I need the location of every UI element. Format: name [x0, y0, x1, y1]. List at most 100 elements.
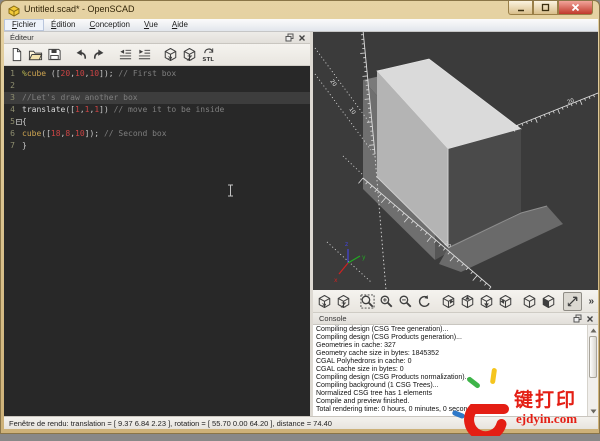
view-orthogonal-button[interactable] [539, 292, 558, 311]
stl-icon: STL [201, 47, 216, 62]
code-text: } [22, 140, 27, 152]
cube-preview-icon: » [317, 294, 332, 309]
toolbar-overflow-button[interactable]: » [588, 296, 594, 307]
preview-button[interactable]: » [161, 45, 180, 64]
reset-view-icon [417, 294, 432, 309]
unindent-button[interactable] [116, 45, 135, 64]
view-right-icon [441, 294, 456, 309]
code-line-6[interactable]: 6 cube([18,8,10]); // Second box [4, 128, 310, 140]
export-stl-button[interactable]: STL [199, 45, 218, 64]
save-button[interactable] [45, 45, 64, 64]
open-button[interactable] [26, 45, 45, 64]
menu-edition[interactable]: Édition [44, 19, 82, 31]
line-number: 1 [4, 68, 15, 80]
editor-toolbar: » STL [4, 44, 310, 66]
console-panel-title: Console [317, 314, 569, 323]
zoom-in-icon [379, 294, 394, 309]
text-cursor [227, 184, 234, 201]
zoom-in-button[interactable] [377, 292, 396, 311]
3d-viewport[interactable]: 20102020 zyx [313, 32, 598, 290]
code-editor[interactable]: 1%cube ([20,10,10]); // First box23 //Let… [4, 66, 310, 416]
axis-indicator-label: y [362, 254, 366, 261]
code-line-4[interactable]: 4translate([1,1,1]) // move it to be ins… [4, 104, 310, 116]
menu-conception[interactable]: Conception [82, 19, 136, 31]
console-line: Normalized CSG tree has 1 elements [316, 390, 595, 398]
floppy-icon [47, 47, 62, 62]
fold-marker-icon[interactable]: − [16, 119, 22, 125]
console-scrollbar[interactable] [587, 325, 598, 416]
fold-column: − [15, 116, 22, 128]
fold-column [15, 140, 22, 152]
console-float-button[interactable] [573, 314, 582, 323]
editor-float-button[interactable] [285, 33, 294, 42]
render-button[interactable] [180, 45, 199, 64]
status-text: Fenêtre de rendu: translation = [ 9.37 6… [9, 419, 332, 428]
code-text: cube([18,8,10]); // Second box [22, 128, 167, 140]
code-text: //Let's draw another box [22, 92, 138, 104]
titlebar[interactable]: Untitled.scad* - OpenSCAD [1, 1, 600, 19]
redo-icon [92, 47, 107, 62]
undo-button[interactable] [71, 45, 90, 64]
fold-column [15, 104, 22, 116]
console-line: Compiling design (CSG Products normaliza… [316, 374, 595, 382]
editor-panel-header: Éditeur [4, 32, 310, 44]
fold-column [15, 128, 22, 140]
console-panel-header: Console [313, 313, 598, 325]
console-line: Compiling design (CSG Tree generation)..… [316, 326, 595, 334]
view-axes-button[interactable] [563, 292, 582, 311]
menu-aide[interactable]: Aide [165, 19, 195, 31]
preview-button[interactable]: » [315, 292, 334, 311]
view-top-icon [460, 294, 475, 309]
cube-render-icon [182, 47, 197, 62]
close-button[interactable] [558, 1, 593, 15]
menu-vue[interactable]: Vue [137, 19, 165, 31]
indent-button[interactable] [135, 45, 154, 64]
reset-view-button[interactable] [415, 292, 434, 311]
console-panel: Console Compiling design (CSG Tree gener… [313, 313, 598, 416]
zoom-out-icon [398, 294, 413, 309]
folder-icon [28, 47, 43, 62]
3d-scene: 20102020 zyx [313, 32, 598, 290]
code-line-7[interactable]: 7} [4, 140, 310, 152]
view-perspective-button[interactable] [520, 292, 539, 311]
console-close-button[interactable] [586, 315, 594, 323]
axis-indicator-label: z [345, 241, 348, 248]
minimize-button[interactable] [508, 1, 533, 15]
view-axes-icon [565, 294, 580, 309]
axis-indicator-label: x [334, 277, 338, 284]
view-right-button[interactable] [439, 292, 458, 311]
editor-close-button[interactable] [298, 34, 306, 42]
zoom-all-button[interactable] [358, 292, 377, 311]
console-line: Compiling background (1 CSG Trees)... [316, 382, 595, 390]
view-orthogonal-icon [541, 294, 556, 309]
svg-text:»: » [322, 300, 327, 309]
code-line-2[interactable]: 2 [4, 80, 310, 92]
line-number: 3 [4, 92, 15, 104]
console-log[interactable]: Compiling design (CSG Tree generation)..… [313, 325, 598, 416]
scroll-down-button[interactable] [588, 406, 598, 416]
redo-button[interactable] [90, 45, 109, 64]
view-left-button[interactable] [496, 292, 515, 311]
window-title: Untitled.scad* - OpenSCAD [24, 4, 135, 14]
scroll-up-button[interactable] [588, 325, 598, 335]
maximize-button[interactable] [533, 1, 558, 15]
new-button[interactable] [7, 45, 26, 64]
menubar: FichierÉditionConceptionVueAide [4, 19, 598, 32]
doc-icon [9, 47, 24, 62]
view-top-button[interactable] [458, 292, 477, 311]
zoom-out-button[interactable] [396, 292, 415, 311]
fold-column [15, 80, 22, 92]
console-line: CGAL cache size in bytes: 0 [316, 366, 595, 374]
fold-column [15, 92, 22, 104]
render-button[interactable] [334, 292, 353, 311]
zoom-all-icon [360, 294, 375, 309]
line-number: 6 [4, 128, 15, 140]
code-line-5[interactable]: 5−{ [4, 116, 310, 128]
console-line: CGAL Polyhedrons in cache: 0 [316, 358, 595, 366]
menu-fichier[interactable]: Fichier [4, 19, 44, 31]
code-line-1[interactable]: 1%cube ([20,10,10]); // First box [4, 68, 310, 80]
status-bar: Fenêtre de rendu: translation = [ 9.37 6… [4, 416, 598, 429]
view-bottom-button[interactable] [477, 292, 496, 311]
scrollbar-thumb[interactable] [589, 336, 597, 378]
code-line-3[interactable]: 3 //Let's draw another box [4, 92, 310, 104]
